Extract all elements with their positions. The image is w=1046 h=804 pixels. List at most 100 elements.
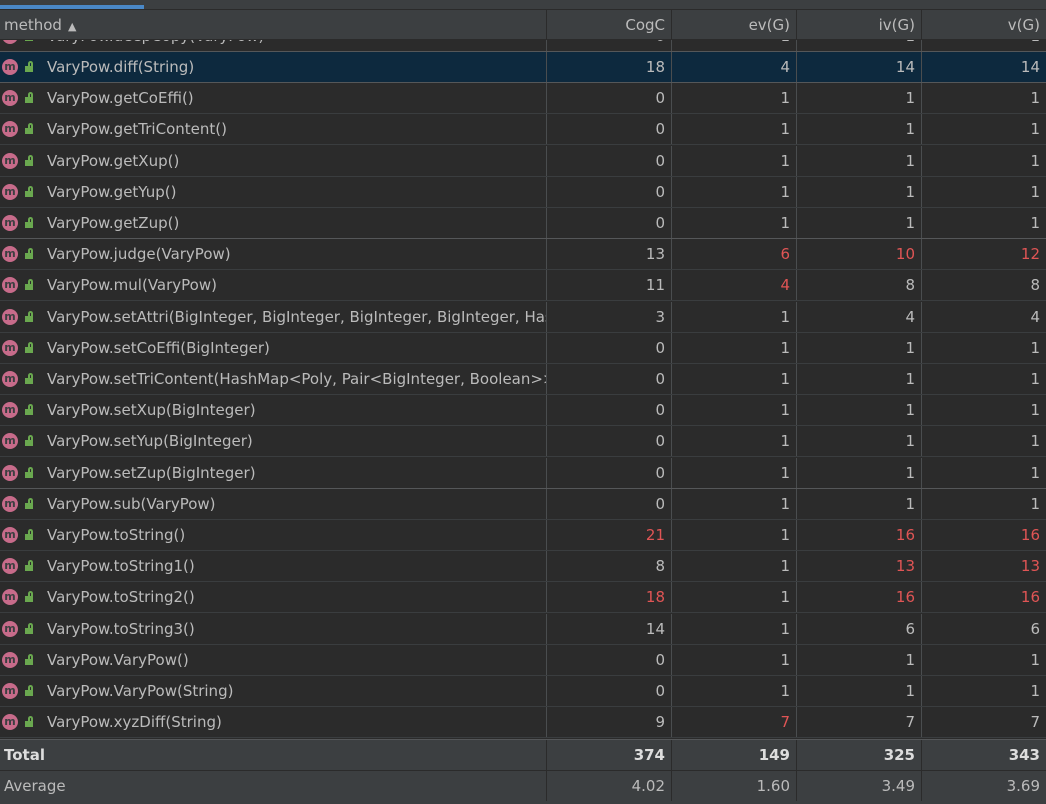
public-lock-icon	[24, 654, 34, 666]
method-cell: m VaryPow.setTriContent(HashMap<Poly, Pai…	[0, 364, 546, 394]
column-header-cogc[interactable]: CogC	[546, 10, 671, 40]
method-name: VaryPow.setCoEffi(BigInteger)	[47, 339, 270, 357]
table-row[interactable]: m VaryPow.diff(String) 18 4 14 14	[0, 52, 1046, 83]
column-header-method[interactable]: method ▲	[0, 10, 546, 40]
table-row[interactable]: m VaryPow.setXup(BigInteger) 0 1 1 1	[0, 395, 1046, 426]
table-row[interactable]: m VaryPow.toString1() 8 1 13 13	[0, 551, 1046, 582]
table-row[interactable]: m VaryPow.setTriContent(HashMap<Poly, Pai…	[0, 364, 1046, 395]
evg-cell: 1	[671, 458, 796, 488]
public-lock-icon	[24, 248, 34, 260]
public-lock-icon	[24, 716, 34, 728]
method-cell: m VaryPow.getCoEffi()	[0, 83, 546, 113]
evg-cell: 1	[671, 426, 796, 456]
method-name: VaryPow.getCoEffi()	[47, 89, 194, 107]
table-row[interactable]: m VaryPow.VaryPow() 0 1 1 1	[0, 645, 1046, 676]
cogc-cell: 0	[546, 489, 671, 519]
ivg-cell: 1	[796, 114, 921, 144]
method-icon: m	[2, 309, 18, 325]
public-lock-icon	[24, 40, 34, 42]
cogc-cell: 0	[546, 333, 671, 363]
method-cell: m VaryPow.judge(VaryPow)	[0, 239, 546, 269]
table-row[interactable]: m VaryPow.getCoEffi() 0 1 1 1	[0, 83, 1046, 114]
table-row[interactable]: m VaryPow.setAttri(BigInteger, BigInteger…	[0, 302, 1046, 333]
ivg-cell: 1	[796, 426, 921, 456]
ivg-cell: 1	[796, 40, 921, 51]
cogc-cell: 0	[546, 146, 671, 176]
ivg-cell: 1	[796, 395, 921, 425]
vg-cell: 1	[921, 489, 1046, 519]
cogc-cell: 0	[546, 645, 671, 675]
table-row[interactable]: m VaryPow.getXup() 0 1 1 1	[0, 146, 1046, 177]
table-row[interactable]: m VaryPow.judge(VaryPow) 13 6 10 12	[0, 239, 1046, 270]
column-header-ivg[interactable]: iv(G)	[796, 10, 921, 40]
method-cell: m VaryPow.getXup()	[0, 146, 546, 176]
cogc-cell: 0	[546, 364, 671, 394]
table-row[interactable]: m VaryPow.getTriContent() 0 1 1 1	[0, 114, 1046, 145]
cogc-cell: 21	[546, 520, 671, 550]
ivg-cell: 6	[796, 614, 921, 644]
metrics-table-body[interactable]: mVaryPow.deepCopy(VaryPow)0111mVaryPow.d…	[0, 40, 1046, 739]
method-cell: m VaryPow.setCoEffi(BigInteger)	[0, 333, 546, 363]
ivg-cell: 7	[796, 707, 921, 737]
method-icon: m	[2, 714, 18, 730]
method-cell: m VaryPow.toString2()	[0, 582, 546, 612]
public-lock-icon	[24, 591, 34, 603]
cogc-cell: 0	[546, 40, 671, 51]
cogc-cell: 9	[546, 707, 671, 737]
vg-cell: 1	[921, 426, 1046, 456]
table-row[interactable]: m VaryPow.getZup() 0 1 1 1	[0, 208, 1046, 239]
cogc-cell: 0	[546, 177, 671, 207]
method-cell: m VaryPow.setYup(BigInteger)	[0, 426, 546, 456]
vg-cell: 13	[921, 551, 1046, 581]
method-name: VaryPow.getZup()	[47, 214, 180, 232]
table-row[interactable]: m VaryPow.VaryPow(String) 0 1 1 1	[0, 676, 1046, 707]
evg-cell: 1	[671, 582, 796, 612]
evg-cell: 1	[671, 333, 796, 363]
table-row[interactable]: m VaryPow.mul(VaryPow) 11 4 8 8	[0, 270, 1046, 301]
table-row[interactable]: mVaryPow.deepCopy(VaryPow)0111	[0, 40, 1046, 52]
table-row[interactable]: m VaryPow.setCoEffi(BigInteger) 0 1 1 1	[0, 333, 1046, 364]
method-cell: m VaryPow.sub(VaryPow)	[0, 489, 546, 519]
table-row[interactable]: m VaryPow.sub(VaryPow) 0 1 1 1	[0, 489, 1046, 520]
method-name: VaryPow.sub(VaryPow)	[47, 495, 216, 513]
method-name: VaryPow.getXup()	[47, 152, 180, 170]
average-vg: 3.69	[921, 771, 1046, 801]
vg-cell: 1	[921, 676, 1046, 706]
vg-cell: 6	[921, 614, 1046, 644]
average-ivg: 3.49	[796, 771, 921, 801]
ivg-cell: 1	[796, 333, 921, 363]
evg-cell: 1	[671, 489, 796, 519]
public-lock-icon	[24, 623, 34, 635]
total-cogc: 374	[546, 740, 671, 770]
ivg-cell: 1	[796, 645, 921, 675]
method-cell: m VaryPow.deepCopy(VaryPow)	[0, 40, 546, 51]
method-icon: m	[2, 465, 18, 481]
public-lock-icon	[24, 435, 34, 447]
ivg-cell: 8	[796, 270, 921, 300]
table-row[interactable]: m VaryPow.getYup() 0 1 1 1	[0, 177, 1046, 208]
public-lock-icon	[24, 404, 34, 416]
vg-cell: 4	[921, 302, 1046, 332]
table-row[interactable]: m VaryPow.toString3() 14 1 6 6	[0, 614, 1046, 645]
evg-cell: 1	[671, 208, 796, 238]
evg-cell: 1	[671, 676, 796, 706]
table-row[interactable]: m VaryPow.toString() 21 1 16 16	[0, 520, 1046, 551]
table-row[interactable]: m VaryPow.setYup(BigInteger) 0 1 1 1	[0, 426, 1046, 457]
method-icon: m	[2, 402, 18, 418]
column-header-evg[interactable]: ev(G)	[671, 10, 796, 40]
table-row[interactable]: m VaryPow.xyzDiff(String) 9 7 7 7	[0, 707, 1046, 738]
method-name: VaryPow.toString()	[47, 526, 186, 544]
method-name: VaryPow.toString2()	[47, 588, 195, 606]
table-row[interactable]: m VaryPow.toString2() 18 1 16 16	[0, 582, 1046, 613]
average-cogc: 4.02	[546, 771, 671, 801]
public-lock-icon	[24, 373, 34, 385]
table-row[interactable]: m VaryPow.setZup(BigInteger) 0 1 1 1	[0, 458, 1046, 489]
column-header-vg[interactable]: v(G)	[921, 10, 1046, 40]
ivg-cell: 16	[796, 582, 921, 612]
public-lock-icon	[24, 560, 34, 572]
method-name: VaryPow.xyzDiff(String)	[47, 713, 222, 731]
method-name: VaryPow.getTriContent()	[47, 120, 227, 138]
cogc-cell: 18	[546, 582, 671, 612]
cogc-cell: 0	[546, 426, 671, 456]
cogc-cell: 0	[546, 208, 671, 238]
